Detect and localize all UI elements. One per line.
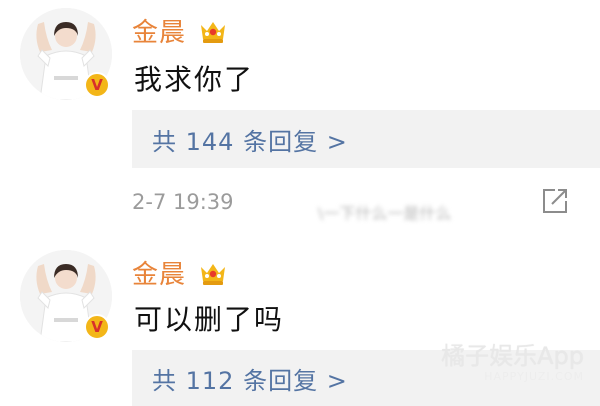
username-row: 金晨 (132, 254, 228, 291)
blurred-text: \一下什么一是什么 (318, 204, 452, 220)
verified-badge-icon: V (84, 72, 110, 98)
comment-text: 我求你了 (134, 63, 255, 96)
reply-count-link[interactable]: 共 144 条回复 > (152, 122, 348, 157)
username[interactable]: 金晨 (132, 254, 186, 291)
username-row: 金晨 (132, 12, 228, 49)
watermark-url: HAPPYJUZI.COM (484, 370, 584, 383)
watermark: 橘子娱乐App HAPPYJUZI.COM (441, 344, 584, 382)
avatar[interactable]: V (20, 250, 112, 342)
crown-icon (201, 21, 226, 43)
verified-badge-icon: V (84, 314, 110, 340)
username[interactable]: 金晨 (132, 12, 186, 49)
timestamp: 2-7 19:39 (132, 190, 234, 214)
reply-box[interactable]: 共 144 条回复 > (132, 110, 600, 168)
reply-count-link[interactable]: 共 112 条回复 > (152, 361, 348, 396)
comment-text: 可以删了吗 (134, 303, 285, 336)
crown-icon (201, 263, 226, 285)
watermark-logo: 橘子娱乐App (441, 342, 584, 370)
share-expand-icon[interactable] (540, 186, 570, 216)
avatar[interactable]: V (20, 8, 112, 100)
comment-item: V 金晨 我求你了 共 144 条回复 > 2-7 19:39 \一下什么一是什… (0, 0, 600, 240)
